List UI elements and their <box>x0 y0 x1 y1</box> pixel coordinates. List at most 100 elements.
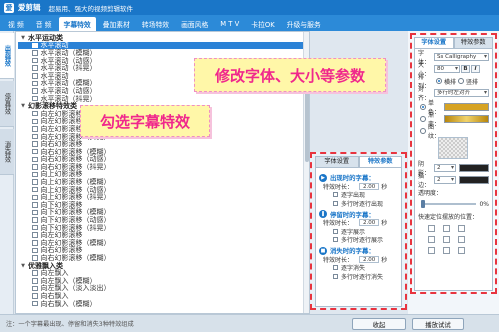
option-checkbox[interactable] <box>333 192 338 198</box>
pattern-row: 图纹： <box>418 124 489 140</box>
outline-color-swatch[interactable] <box>459 176 489 184</box>
effect-checkbox[interactable] <box>32 179 38 185</box>
effect-params-body: ▶ 出现时的字幕： 特效时长： 2.00 秒逐字出现 多行时逐行出现 ❚ 停留时的字幕： 特效时… <box>315 167 402 307</box>
gradient-swatch[interactable] <box>444 115 489 123</box>
position-cell[interactable] <box>428 236 435 243</box>
pattern-radio[interactable] <box>420 128 426 134</box>
effect-checkbox[interactable] <box>32 80 38 87</box>
opacity-slider-knob[interactable] <box>421 200 425 208</box>
tab-0[interactable]: 视 频 <box>3 17 29 31</box>
position-cell[interactable] <box>443 247 450 254</box>
effect-checkbox[interactable] <box>32 240 38 246</box>
effect-checkbox[interactable] <box>32 293 38 299</box>
effect-checkbox[interactable] <box>32 42 38 49</box>
shadow-select[interactable]: 2 <box>434 164 456 172</box>
effect-checkbox[interactable] <box>32 126 38 132</box>
effect-checkbox[interactable] <box>32 270 38 276</box>
effect-checkbox[interactable] <box>32 247 38 254</box>
tab-5[interactable]: 画面风格 <box>176 17 213 31</box>
collapse-triangle-icon[interactable]: ▼ <box>20 35 26 41</box>
solid-color-swatch[interactable] <box>444 103 489 111</box>
effect-checkbox[interactable] <box>32 148 38 155</box>
side-tab-1[interactable]: 停留特效 <box>0 81 14 127</box>
tab-font-settings[interactable]: 字体设置 <box>315 156 359 167</box>
effect-checkbox[interactable] <box>32 285 38 292</box>
effect-checkbox[interactable] <box>32 57 38 64</box>
effect-checkbox[interactable] <box>32 65 38 71</box>
option-row[interactable]: 逐字消失 <box>319 264 398 272</box>
solid-color-radio[interactable] <box>420 104 426 110</box>
position-cell[interactable] <box>443 225 450 232</box>
option-row[interactable]: 逐字展示 <box>319 227 398 236</box>
effect-checkbox[interactable] <box>32 186 38 193</box>
tab-effect-params[interactable]: 特效参数 <box>358 156 402 167</box>
horizontal-radio[interactable] <box>436 78 442 84</box>
duration-input[interactable]: 2.00 <box>359 255 380 263</box>
tab-font-settings[interactable]: 字体设置 <box>414 37 454 48</box>
font-select[interactable]: Ss Calligraphy <box>434 53 489 61</box>
pattern-preview[interactable] <box>438 137 468 159</box>
effect-checkbox[interactable] <box>32 73 38 79</box>
effect-checkbox[interactable] <box>32 209 38 216</box>
tab-8[interactable]: 升级与服务 <box>282 17 326 31</box>
option-checkbox[interactable] <box>333 200 338 206</box>
position-cell[interactable] <box>428 225 435 232</box>
effect-checkbox[interactable] <box>32 171 38 178</box>
section-title: 消失时的字幕： <box>330 247 375 255</box>
effect-checkbox[interactable] <box>32 217 38 223</box>
effect-checkbox[interactable] <box>32 164 38 170</box>
bold-button[interactable]: B <box>461 65 470 73</box>
outline-select[interactable]: 2 <box>434 176 456 184</box>
option-row[interactable]: 逐字出现 <box>319 191 398 199</box>
shadow-color-swatch[interactable] <box>459 164 489 172</box>
duration-input[interactable]: 2.00 <box>359 182 380 190</box>
preview-button[interactable]: 播放试试 <box>412 318 464 330</box>
tab-6[interactable]: M T V <box>215 17 244 31</box>
effect-item[interactable]: 向右飘入（模糊） <box>18 300 308 308</box>
effect-checkbox[interactable] <box>32 50 38 56</box>
option-checkbox[interactable] <box>333 273 338 279</box>
tab-2[interactable]: 字幕特效 <box>58 17 96 31</box>
position-cell[interactable] <box>428 247 435 254</box>
effect-checkbox[interactable] <box>32 156 38 163</box>
effect-checkbox[interactable] <box>32 278 38 284</box>
option-checkbox[interactable] <box>333 237 338 243</box>
collapse-triangle-icon[interactable]: ▼ <box>20 263 26 269</box>
opacity-slider[interactable] <box>421 200 477 208</box>
collapse-button[interactable]: 收起 <box>352 318 406 330</box>
size-select[interactable]: 80 <box>434 65 460 73</box>
tab-effect-params[interactable]: 特效参数 <box>453 37 493 48</box>
effect-checkbox[interactable] <box>32 133 38 140</box>
option-checkbox[interactable] <box>333 228 338 234</box>
duration-input[interactable]: 2.00 <box>359 219 380 227</box>
effect-checkbox[interactable] <box>32 300 38 307</box>
position-cell[interactable] <box>443 236 450 243</box>
collapse-triangle-icon[interactable]: ▼ <box>20 103 26 109</box>
position-cell[interactable] <box>458 225 465 232</box>
align-select[interactable]: 多行时左对齐 <box>434 89 489 97</box>
effect-checkbox[interactable] <box>32 110 38 117</box>
side-tab-2[interactable]: 消失特效 <box>0 129 14 175</box>
italic-button[interactable]: I <box>471 65 480 73</box>
effect-checkbox[interactable] <box>32 141 38 147</box>
effect-checkbox[interactable] <box>32 202 38 208</box>
side-tab-0[interactable]: 出现特效 <box>0 33 14 79</box>
effect-checkbox[interactable] <box>32 194 38 201</box>
scrollbar-thumb[interactable] <box>305 92 309 162</box>
effect-checkbox[interactable] <box>32 118 38 125</box>
effect-checkbox[interactable] <box>32 232 38 238</box>
option-row[interactable]: 多行时逐行出现 <box>319 199 398 208</box>
gradient-radio[interactable] <box>420 116 426 122</box>
option-checkbox[interactable] <box>333 265 338 271</box>
effect-checkbox[interactable] <box>32 88 38 94</box>
tab-4[interactable]: 转场特效 <box>137 17 174 31</box>
tab-1[interactable]: 音 频 <box>31 17 57 31</box>
vertical-radio[interactable] <box>458 78 465 84</box>
effect-checkbox[interactable] <box>32 224 38 231</box>
tab-3[interactable]: 叠加素材 <box>98 17 135 31</box>
position-cell[interactable] <box>458 247 465 254</box>
position-cell[interactable] <box>458 236 465 243</box>
option-row[interactable]: 多行时逐行消失 <box>319 272 398 281</box>
option-row[interactable]: 多行时逐行展示 <box>319 236 398 244</box>
tab-7[interactable]: 卡拉OK <box>246 17 279 31</box>
